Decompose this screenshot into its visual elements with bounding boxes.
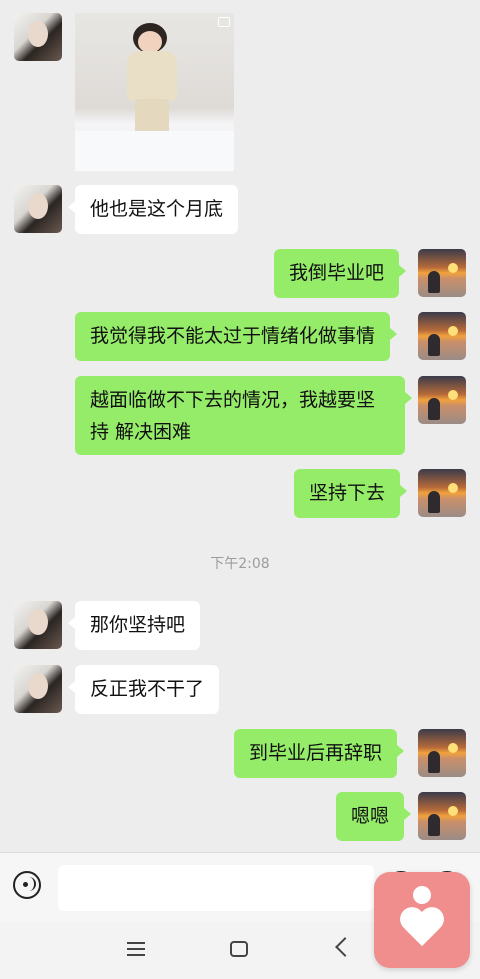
my-avatar[interactable] xyxy=(418,249,466,297)
sent-message[interactable]: 到毕业后再辞职 xyxy=(234,729,405,778)
my-avatar[interactable] xyxy=(418,376,466,424)
my-avatar[interactable] xyxy=(418,469,466,517)
contact-avatar[interactable] xyxy=(14,665,62,713)
sent-message[interactable]: 坚持下去 xyxy=(294,469,408,518)
sent-message[interactable]: 越面临做不下去的情况，我越要坚持 解决困难 xyxy=(75,376,412,455)
received-message[interactable]: 反正我不干了 xyxy=(67,665,220,714)
child-face xyxy=(138,31,162,53)
menu-icon[interactable] xyxy=(127,942,145,956)
app-icon-dot xyxy=(413,886,431,904)
my-avatar[interactable] xyxy=(418,729,466,777)
contact-avatar[interactable] xyxy=(14,601,62,649)
voice-icon[interactable] xyxy=(13,871,41,899)
contact-avatar[interactable] xyxy=(14,13,62,61)
child-body xyxy=(127,51,177,101)
sent-message[interactable]: 我觉得我不能太过于情绪化做事情 xyxy=(75,312,398,361)
chat-area[interactable]: 他也是这个月底 我倒毕业吧 我觉得我不能太过于情绪化做事情 越面临做不下去的情况… xyxy=(0,0,480,852)
app-icon-heart xyxy=(400,908,444,952)
gif-icon xyxy=(218,17,230,27)
image-message[interactable] xyxy=(75,13,234,171)
message-input[interactable] xyxy=(58,865,374,911)
my-avatar[interactable] xyxy=(418,312,466,360)
home-icon[interactable] xyxy=(230,941,248,957)
message-timestamp: 下午2:08 xyxy=(210,556,270,572)
contact-avatar[interactable] xyxy=(14,185,62,233)
heart-app-icon[interactable] xyxy=(374,872,470,968)
bed xyxy=(75,131,234,171)
received-message[interactable]: 那你坚持吧 xyxy=(67,601,201,650)
sent-message[interactable]: 嗯嗯 xyxy=(336,792,412,841)
my-avatar[interactable] xyxy=(418,792,466,840)
received-message[interactable]: 他也是这个月底 xyxy=(67,185,239,234)
back-icon[interactable] xyxy=(335,937,355,957)
sent-message[interactable]: 我倒毕业吧 xyxy=(274,249,407,298)
